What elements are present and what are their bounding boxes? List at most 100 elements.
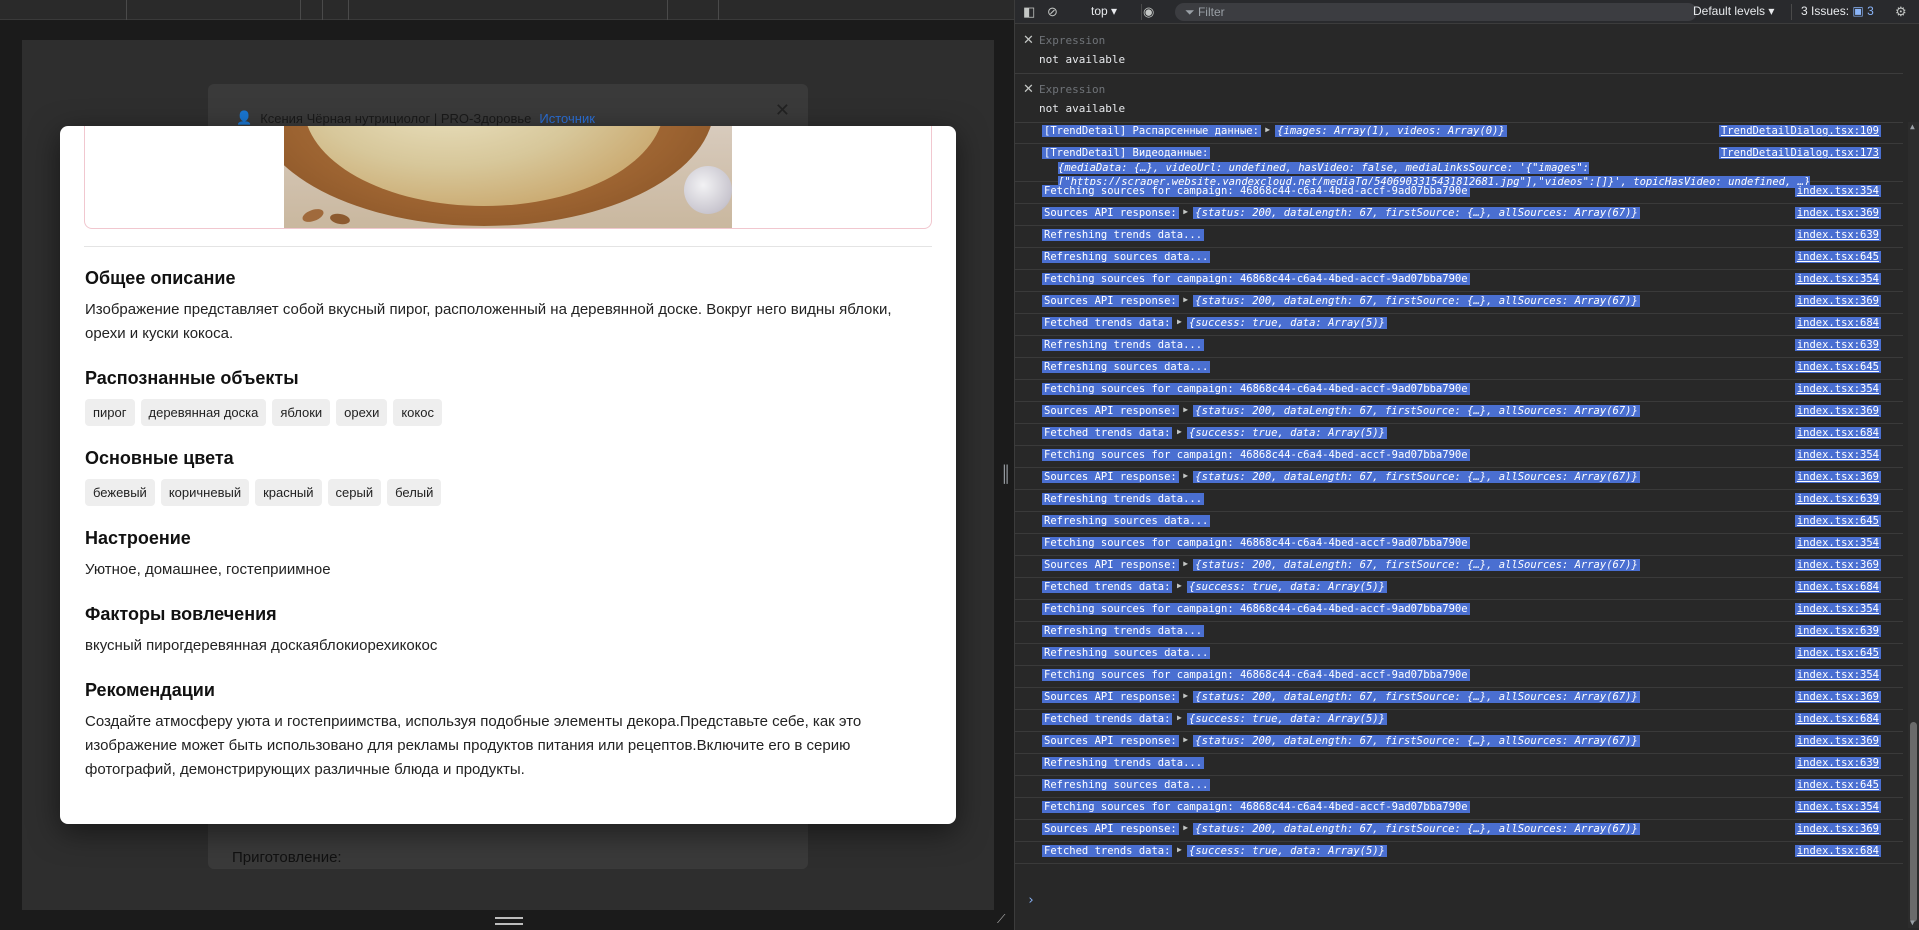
resize-handle[interactable]	[495, 917, 523, 925]
expand-triangle-icon[interactable]: ▶	[1177, 581, 1182, 590]
console-message-row[interactable]: Fetching sources for campaign: 46868c44-…	[1015, 798, 1903, 820]
console-message-row[interactable]: Sources API response: ▶ {status: 200, data…	[1015, 732, 1903, 754]
console-message-row[interactable]: Fetching sources for campaign: 46868c44-…	[1015, 182, 1903, 204]
console-message-row[interactable]: Fetched trends data: ▶ {success: true, dat…	[1015, 424, 1903, 446]
source-location-link[interactable]: index.tsx:369	[1794, 691, 1881, 703]
corner-resize-icon[interactable]: ⟋	[997, 912, 1011, 926]
source-location-link[interactable]: index.tsx:369	[1794, 823, 1881, 835]
source-location-link[interactable]: index.tsx:354	[1794, 603, 1881, 615]
expand-triangle-icon[interactable]: ▶	[1177, 427, 1182, 436]
console-message-row[interactable]: Sources API response: ▶ {status: 200, data…	[1015, 468, 1903, 490]
remove-expression-icon[interactable]: ✕	[1023, 32, 1034, 48]
console-object-preview[interactable]: {status: 200, dataLength: 67, firstSourc…	[1193, 823, 1640, 835]
splitter-grip-icon[interactable]: ║	[1000, 462, 1011, 488]
console-message-row[interactable]: Fetched trends data: ▶ {success: true, dat…	[1015, 710, 1903, 732]
source-location-link[interactable]: index.tsx:369	[1794, 207, 1881, 219]
console-message-row[interactable]: Sources API response: ▶ {status: 200, data…	[1015, 292, 1903, 314]
expand-triangle-icon[interactable]: ▶	[1183, 405, 1188, 414]
context-select[interactable]: top ▾	[1091, 4, 1117, 18]
source-location-link[interactable]: index.tsx:684	[1794, 427, 1881, 439]
source-location-link[interactable]: index.tsx:354	[1794, 669, 1881, 681]
source-location-link[interactable]: index.tsx:645	[1794, 515, 1881, 527]
console-message-row[interactable]: Fetched trends data: ▶ {success: true, dat…	[1015, 314, 1903, 336]
console-object-preview[interactable]: {success: true, data: Array(5)}	[1187, 845, 1387, 857]
console-message-row[interactable]: Refreshing sources data... index.tsx:645	[1015, 358, 1903, 380]
source-location-link[interactable]: index.tsx:645	[1794, 361, 1881, 373]
source-location-link[interactable]: index.tsx:369	[1794, 295, 1881, 307]
expression-label[interactable]: Expression	[1039, 34, 1105, 47]
expand-triangle-icon[interactable]: ▶	[1183, 295, 1188, 304]
console-message-row[interactable]: Refreshing sources data... index.tsx:645	[1015, 512, 1903, 534]
source-location-link[interactable]: index.tsx:369	[1794, 405, 1881, 417]
console-message-row[interactable]: Sources API response: ▶ {status: 200, data…	[1015, 688, 1903, 710]
source-location-link[interactable]: index.tsx:369	[1794, 735, 1881, 747]
expand-triangle-icon[interactable]: ▶	[1183, 559, 1188, 568]
source-location-link[interactable]: index.tsx:354	[1794, 273, 1881, 285]
source-location-link[interactable]: index.tsx:354	[1794, 801, 1881, 813]
console-object-preview[interactable]: {status: 200, dataLength: 67, firstSourc…	[1193, 471, 1640, 483]
source-location-link[interactable]: index.tsx:639	[1794, 339, 1881, 351]
console-object-preview[interactable]: {success: true, data: Array(5)}	[1187, 713, 1387, 725]
console-object-preview[interactable]: {status: 200, dataLength: 67, firstSourc…	[1193, 295, 1640, 307]
console-message-row[interactable]: Refreshing trends data... index.tsx:639	[1015, 622, 1903, 644]
source-location-link[interactable]: index.tsx:639	[1794, 493, 1881, 505]
clear-console-icon[interactable]: ⊘	[1047, 4, 1058, 20]
source-location-link[interactable]: index.tsx:645	[1794, 779, 1881, 791]
console-message-row[interactable]: Fetching sources for campaign: 46868c44-…	[1015, 600, 1903, 622]
console-object-preview[interactable]: {status: 200, dataLength: 67, firstSourc…	[1193, 207, 1640, 219]
console-message-row[interactable]: Sources API response: ▶ {status: 200, data…	[1015, 204, 1903, 226]
source-location-link[interactable]: index.tsx:684	[1794, 581, 1881, 593]
expand-triangle-icon[interactable]: ▶	[1177, 845, 1182, 854]
console-message-row[interactable]: Refreshing trends data... index.tsx:639	[1015, 490, 1903, 512]
console-object-preview[interactable]: {success: true, data: Array(5)}	[1187, 581, 1387, 593]
source-link[interactable]: Источник	[539, 111, 595, 126]
expand-triangle-icon[interactable]: ▶	[1183, 471, 1188, 480]
console-message-row[interactable]: [TrendDetail] Распарсенные данные: ▶ {imag…	[1015, 122, 1903, 144]
close-icon[interactable]: ✕	[775, 100, 790, 121]
source-location-link[interactable]: index.tsx:354	[1794, 185, 1881, 197]
source-location-link[interactable]: index.tsx:639	[1794, 625, 1881, 637]
console-object-preview[interactable]: {status: 200, dataLength: 67, firstSourc…	[1193, 405, 1640, 417]
source-location-link[interactable]: index.tsx:369	[1794, 471, 1881, 483]
source-location-link[interactable]: index.tsx:639	[1794, 229, 1881, 241]
console-message-row[interactable]: Sources API response: ▶ {status: 200, data…	[1015, 402, 1903, 424]
source-location-link[interactable]: TrendDetailDialog.tsx:109	[1718, 125, 1881, 137]
source-location-link[interactable]: index.tsx:369	[1794, 559, 1881, 571]
console-message-row[interactable]: Refreshing sources data... index.tsx:645	[1015, 776, 1903, 798]
console-prompt[interactable]: ›	[1027, 893, 1035, 908]
console-object-preview[interactable]: {status: 200, dataLength: 67, firstSourc…	[1193, 559, 1640, 571]
console-object-preview[interactable]: {success: true, data: Array(5)}	[1187, 317, 1387, 329]
scroll-up-icon[interactable]: ▲	[1910, 122, 1915, 131]
log-levels-select[interactable]: Default levels ▾	[1693, 4, 1774, 18]
console-message-row[interactable]: Fetching sources for campaign: 46868c44-…	[1015, 666, 1903, 688]
console-scrollbar[interactable]: ▲ ▼	[1908, 122, 1919, 928]
expression-label[interactable]: Expression	[1039, 83, 1105, 96]
source-location-link[interactable]: index.tsx:354	[1794, 449, 1881, 461]
console-message-row[interactable]: Fetching sources for campaign: 46868c44-…	[1015, 446, 1903, 468]
source-location-link[interactable]: index.tsx:645	[1794, 251, 1881, 263]
console-message-row[interactable]: Sources API response: ▶ {status: 200, data…	[1015, 556, 1903, 578]
remove-expression-icon[interactable]: ✕	[1023, 81, 1034, 97]
expand-triangle-icon[interactable]: ▶	[1177, 317, 1182, 326]
source-location-link[interactable]: index.tsx:684	[1794, 317, 1881, 329]
console-message-row[interactable]: Refreshing sources data... index.tsx:645	[1015, 248, 1903, 270]
source-location-link[interactable]: index.tsx:684	[1794, 713, 1881, 725]
expand-triangle-icon[interactable]: ▶	[1183, 691, 1188, 700]
expand-triangle-icon[interactable]: ▶	[1265, 125, 1270, 134]
issues-button[interactable]: 3 Issues: ▣ 3	[1801, 4, 1874, 18]
scrollbar-thumb[interactable]	[1910, 722, 1917, 922]
scroll-down-icon[interactable]: ▼	[1910, 918, 1915, 927]
console-message-row[interactable]: Fetching sources for campaign: 46868c44-…	[1015, 270, 1903, 292]
console-object-preview[interactable]: {status: 200, dataLength: 67, firstSourc…	[1193, 735, 1640, 747]
filter-input[interactable]: ⏷ Filter	[1175, 3, 1697, 21]
console-message-row[interactable]: Refreshing trends data... index.tsx:639	[1015, 336, 1903, 358]
expand-triangle-icon[interactable]: ▶	[1177, 713, 1182, 722]
console-message-row[interactable]: Fetched trends data: ▶ {success: true, dat…	[1015, 578, 1903, 600]
expand-triangle-icon[interactable]: ▶	[1183, 735, 1188, 744]
source-location-link[interactable]: index.tsx:639	[1794, 757, 1881, 769]
source-location-link[interactable]: index.tsx:645	[1794, 647, 1881, 659]
console-message-row[interactable]: [TrendDetail] Видеоданные: {mediaData: {……	[1015, 144, 1903, 188]
expand-triangle-icon[interactable]: ▶	[1183, 823, 1188, 832]
console-object-preview[interactable]: {success: true, data: Array(5)}	[1187, 427, 1387, 439]
console-message-row[interactable]: Fetching sources for campaign: 46868c44-…	[1015, 380, 1903, 402]
